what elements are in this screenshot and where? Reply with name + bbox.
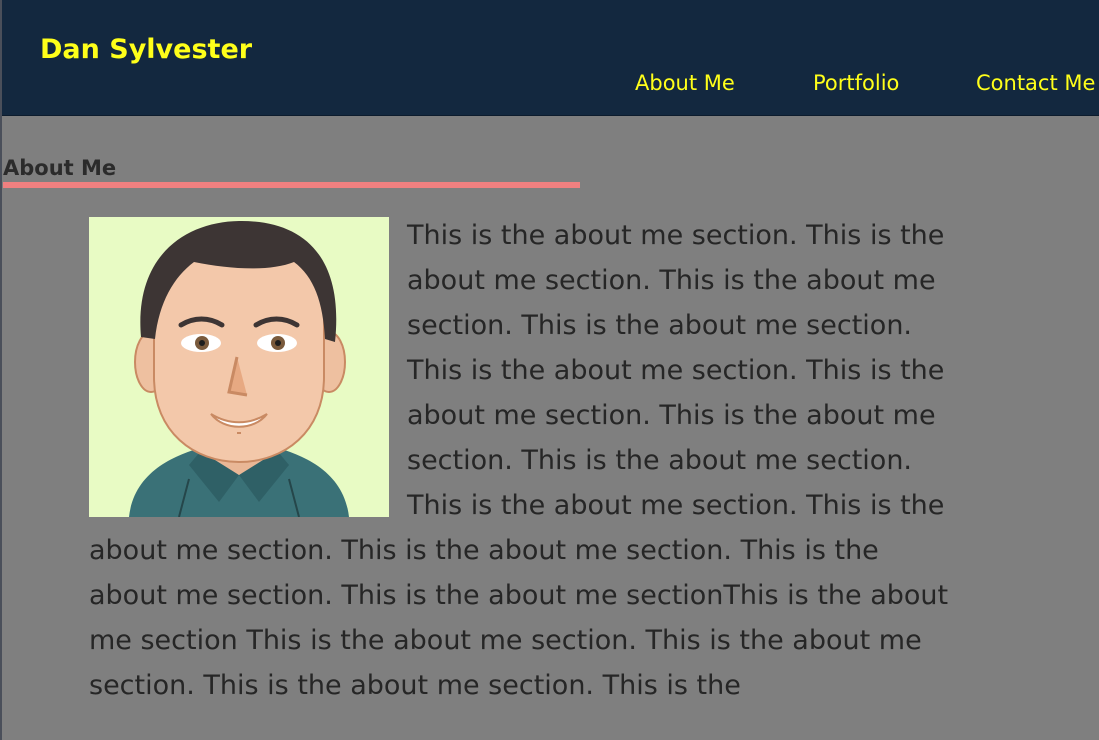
cartoon-man-avatar-icon bbox=[89, 217, 389, 517]
section-heading-about-me: About Me bbox=[3, 156, 117, 180]
heading-underline bbox=[3, 182, 580, 188]
site-header: Dan Sylvester About Me Portfolio Contact… bbox=[2, 0, 1099, 116]
site-title[interactable]: Dan Sylvester bbox=[40, 34, 252, 65]
nav-link-contact-me[interactable]: Contact Me bbox=[976, 71, 1095, 95]
nav-link-about-me[interactable]: About Me bbox=[635, 71, 735, 95]
about-me-content: This is the about me section. This is th… bbox=[89, 217, 954, 708]
nav-link-portfolio[interactable]: Portfolio bbox=[813, 71, 899, 95]
avatar-image bbox=[89, 217, 389, 517]
